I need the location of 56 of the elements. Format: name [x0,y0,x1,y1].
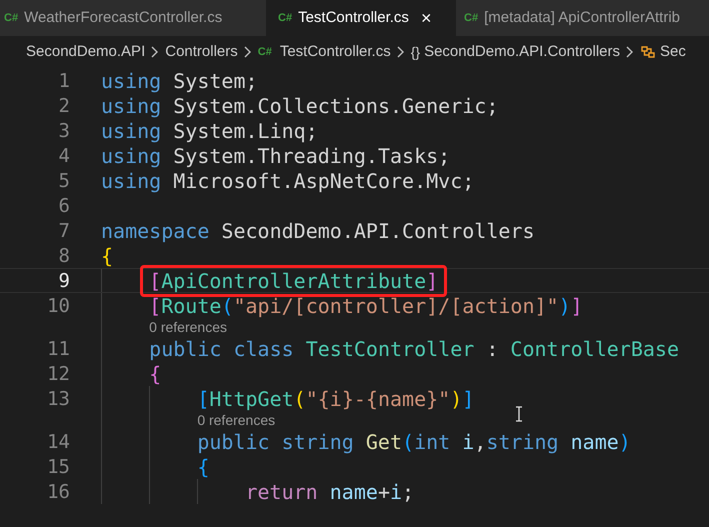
line-number: 7 [58,220,70,242]
line-number: 13 [46,388,70,410]
line-number: 2 [58,94,70,116]
code-line: { [197,456,210,478]
code-line: [Route("api/[controller]/[action]")] [149,294,583,316]
line-number: 14 [46,430,70,452]
csharp-file-icon: C# [258,44,272,60]
class-icon [640,44,656,60]
line-number: 6 [58,194,70,216]
csharp-file-icon: C# [4,10,18,26]
csharp-file-icon: C# [464,10,478,26]
code-lens-references[interactable]: 0 references [149,316,227,338]
line-number: 4 [58,144,70,166]
tab-label: TestController.cs [298,8,409,28]
code-lens-references[interactable]: 0 references [197,410,276,430]
chevron-right-icon [626,46,634,58]
line-number: 12 [46,362,70,384]
code-line: { [101,244,114,266]
line-number: 1 [58,70,70,92]
line-number: 9 [58,270,70,292]
code-line: using System.Collections.Generic; [101,94,498,116]
tab-label: [metadata] ApiControllerAttrib [484,8,680,28]
editor-tab[interactable]: C# TestController.cs × [266,0,456,36]
line-number: 15 [46,456,70,478]
breadcrumb-item[interactable]: SecondDemo.API [26,40,146,64]
braces-icon: {} [410,42,420,62]
line-number: 3 [58,120,70,142]
code-line: return name+i; [245,480,414,502]
csharp-file-icon: C# [278,10,292,26]
chevron-right-icon [244,46,252,58]
editor-tab[interactable]: C# WeatherForecastController.cs [0,0,266,36]
line-number: 8 [58,244,70,266]
text-cursor-icon [515,406,523,422]
code-line: public class TestController : ControllerBase [149,338,679,360]
tab-label: WeatherForecastController.cs [24,8,222,28]
code-line: using Microsoft.AspNetCore.Mvc; [101,170,474,192]
breadcrumb-item[interactable]: SecondDemo.API.Controllers [424,40,620,64]
chevron-right-icon [396,46,405,58]
line-number: 11 [46,338,70,360]
line-number: 16 [46,480,70,502]
code-line: public string Get(int i,string name) [197,430,631,452]
code-line: using System.Threading.Tasks; [101,144,450,166]
breadcrumb-item[interactable]: Sec [660,40,686,64]
line-number: 10 [46,294,70,316]
code-line: [HttpGet("{i}-{name}")] [197,388,474,410]
code-line: { [149,362,162,384]
code-line: using System; [101,70,258,92]
editor-tab[interactable]: C# [metadata] ApiControllerAttrib [456,0,709,36]
chevron-right-icon [151,46,160,58]
line-number: 5 [58,170,70,192]
code-line: namespace SecondDemo.API.Controllers [101,220,534,242]
code-line: [ApiControllerAttribute] [149,270,438,292]
code-line: using System.Linq; [101,120,318,142]
breadcrumb-item[interactable]: TestController.cs [280,40,391,64]
close-icon[interactable]: × [420,9,432,27]
breadcrumb-item[interactable]: Controllers [165,40,238,64]
